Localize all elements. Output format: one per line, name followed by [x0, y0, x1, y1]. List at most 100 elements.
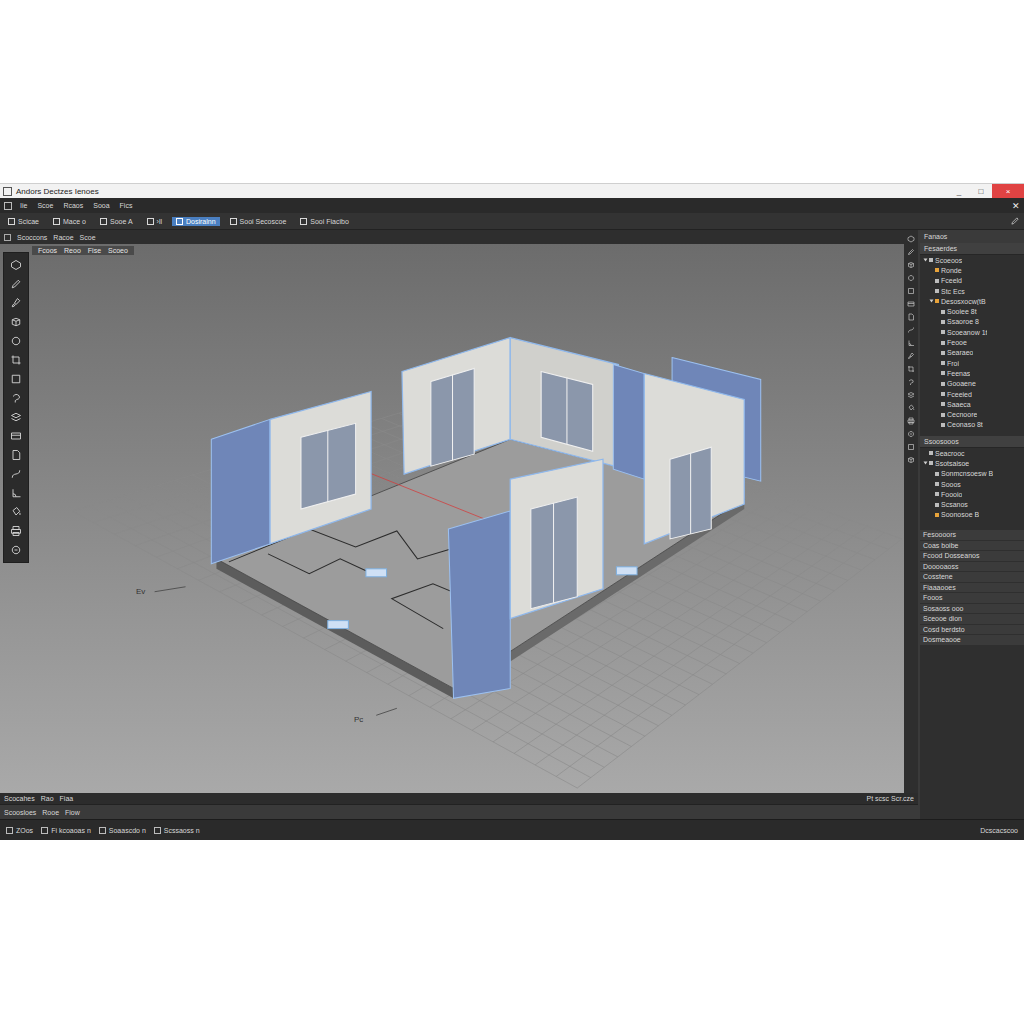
pencil-icon[interactable]: [10, 278, 22, 290]
tree-item[interactable]: Stc Ecs: [920, 286, 1024, 296]
property-row[interactable]: Dosmeaooe: [920, 635, 1024, 645]
tree-item[interactable]: Foooio: [920, 489, 1024, 499]
menu-item[interactable]: Scoe: [35, 202, 55, 209]
panel-icon[interactable]: [907, 300, 915, 308]
layers-icon[interactable]: [907, 391, 915, 399]
view-subtab[interactable]: Fise: [85, 247, 104, 254]
printer-icon[interactable]: [907, 417, 915, 425]
status-item[interactable]: Fi kcoaoas n: [41, 827, 91, 834]
left-wall[interactable]: [270, 391, 371, 543]
bottom-bar-item[interactable]: Scocahes: [4, 795, 35, 802]
room-model[interactable]: [0, 244, 904, 793]
toolbar-button[interactable]: Mace o: [49, 217, 90, 226]
toolbar-button[interactable]: Sooe A: [96, 217, 137, 226]
menu-item[interactable]: Rcaos: [61, 202, 85, 209]
circle-icon[interactable]: [10, 335, 22, 347]
circle-icon[interactable]: [907, 274, 915, 282]
layout-tab[interactable]: Scoosloes: [4, 809, 36, 816]
tree-item[interactable]: Fceeied: [920, 389, 1024, 399]
panel-icon[interactable]: [10, 430, 22, 442]
angle-icon[interactable]: [907, 339, 915, 347]
status-item[interactable]: Soaascdo n: [99, 827, 146, 834]
tree-item[interactable]: Scoeanow 1t: [920, 327, 1024, 337]
ring-icon[interactable]: [10, 544, 22, 556]
tree-item[interactable]: Froi: [920, 358, 1024, 368]
view-subtab[interactable]: Scoeo: [105, 247, 131, 254]
cube-icon[interactable]: [907, 261, 915, 269]
expand-arrow-icon[interactable]: [924, 462, 928, 465]
view-subtab[interactable]: Reoo: [61, 247, 84, 254]
square-icon[interactable]: [10, 373, 22, 385]
cube-icon[interactable]: [10, 316, 22, 328]
tree-item[interactable]: Gooaene: [920, 379, 1024, 389]
square-icon[interactable]: [907, 287, 915, 295]
toolbar-button[interactable]: Scicae: [4, 217, 43, 226]
bezier-icon[interactable]: [907, 326, 915, 334]
crop-icon[interactable]: [907, 365, 915, 373]
wall-panel[interactable]: [448, 511, 510, 698]
layout-tab[interactable]: Rooe: [42, 809, 59, 816]
property-row[interactable]: Fooos: [920, 593, 1024, 603]
pencil-icon[interactable]: [907, 248, 915, 256]
property-row[interactable]: Fiaaaooes: [920, 583, 1024, 593]
tree-item[interactable]: Ceonaso 8t: [920, 420, 1024, 430]
window-control-button[interactable]: _: [948, 184, 970, 198]
bottom-bar-item[interactable]: Rao: [41, 795, 54, 802]
property-row[interactable]: Fesoooors: [920, 530, 1024, 540]
property-row[interactable]: Cosd berdsto: [920, 625, 1024, 635]
wall-panel[interactable]: [613, 365, 644, 480]
ring-icon[interactable]: [907, 430, 915, 438]
lasso-icon[interactable]: [10, 392, 22, 404]
viewport-tab[interactable]: Racoe: [53, 234, 73, 241]
wall-panel[interactable]: [211, 419, 270, 563]
bucket-icon[interactable]: [10, 506, 22, 518]
viewport-canvas[interactable]: Ev Pc FcoosReooFiseScoeo: [0, 244, 904, 793]
lasso-icon[interactable]: [907, 378, 915, 386]
toolbar-button[interactable]: Dosiralnn: [172, 217, 220, 226]
tree-item[interactable]: Scoeoos: [920, 255, 1024, 265]
status-item[interactable]: Scssaoss n: [154, 827, 200, 834]
pencil-icon[interactable]: [1010, 216, 1020, 226]
hexagon-icon[interactable]: [10, 259, 22, 271]
back-wall[interactable]: [402, 338, 510, 475]
document-icon[interactable]: [907, 313, 915, 321]
back-wall[interactable]: [510, 338, 618, 468]
view-subtab[interactable]: Fcoos: [35, 247, 60, 254]
tree-item[interactable]: Desosxocw(tB: [920, 296, 1024, 306]
property-row[interactable]: Dooooaoss: [920, 562, 1024, 572]
toolbar-button[interactable]: ›ll: [143, 217, 166, 226]
expand-arrow-icon[interactable]: [924, 259, 928, 262]
tree-item[interactable]: Ssotsaisoe: [920, 458, 1024, 468]
tree-item[interactable]: Ssaoroe 8: [920, 317, 1024, 327]
tree-item[interactable]: Sonmcnsoesw B: [920, 469, 1024, 479]
bottom-bar-item[interactable]: Fiaa: [60, 795, 74, 802]
property-row[interactable]: Coas boibe: [920, 541, 1024, 551]
menu-close-button[interactable]: ✕: [1012, 201, 1020, 211]
viewport-tab[interactable]: Scoccons: [17, 234, 47, 241]
bucket-icon[interactable]: [907, 404, 915, 412]
tree-item[interactable]: Sooiee 8t: [920, 306, 1024, 316]
menu-item[interactable]: Sooa: [91, 202, 111, 209]
tree-item[interactable]: Cecnoore: [920, 409, 1024, 419]
toolbar-button[interactable]: Sooi Fiacibo: [296, 217, 353, 226]
status-item[interactable]: ZOos: [6, 827, 33, 834]
angle-icon[interactable]: [10, 487, 22, 499]
hexagon-icon[interactable]: [907, 235, 915, 243]
tree-item[interactable]: Searaeo: [920, 348, 1024, 358]
viewport-tab[interactable]: Scoe: [80, 234, 96, 241]
tree-item[interactable]: Feooe: [920, 337, 1024, 347]
brush-icon[interactable]: [907, 352, 915, 360]
square-icon[interactable]: [907, 443, 915, 451]
expand-arrow-icon[interactable]: [930, 300, 934, 303]
layout-tab[interactable]: Fiow: [65, 809, 80, 816]
menu-item[interactable]: Iie: [18, 202, 29, 209]
front-wall[interactable]: [510, 459, 603, 618]
property-row[interactable]: Sceooe dion: [920, 614, 1024, 624]
property-row[interactable]: Fcood Dosseanos: [920, 551, 1024, 561]
menu-item[interactable]: Fics: [118, 202, 135, 209]
bezier-icon[interactable]: [10, 468, 22, 480]
printer-icon[interactable]: [10, 525, 22, 537]
tree-item[interactable]: Scsanos: [920, 500, 1024, 510]
brush-icon[interactable]: [10, 297, 22, 309]
tree-item[interactable]: Feenas: [920, 368, 1024, 378]
